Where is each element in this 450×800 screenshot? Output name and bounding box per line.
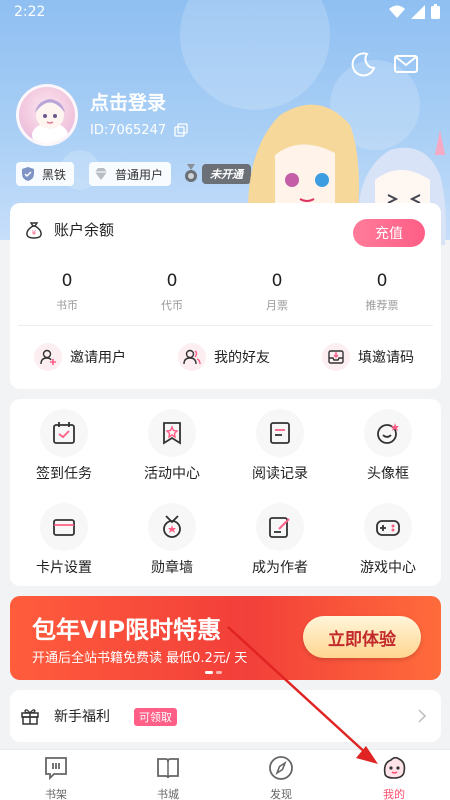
grid-label: 活动中心 bbox=[144, 466, 200, 482]
newbie-welfare-row[interactable]: 新手福利 可领取 bbox=[10, 690, 441, 742]
copy-icon[interactable] bbox=[174, 123, 188, 137]
enter-invite-code-label: 填邀请码 bbox=[358, 350, 414, 366]
gift-icon bbox=[21, 709, 39, 725]
bottom-tab-bar: 书架 书城 发现 我的 bbox=[0, 749, 450, 800]
balance-card: ¥ 账户余额 充值 0 书币 0 代币 0 月票 0 推荐票 邀请用户 我的好友… bbox=[10, 203, 441, 389]
grid-label: 成为作者 bbox=[252, 560, 308, 576]
card-icon bbox=[40, 503, 88, 551]
invite-user-link[interactable]: 邀请用户 bbox=[34, 343, 126, 371]
medal-ribbon-icon bbox=[185, 164, 197, 182]
claimable-tag: 可领取 bbox=[134, 708, 177, 726]
grid-label: 阅读记录 bbox=[252, 466, 308, 482]
inbox-icon bbox=[322, 343, 350, 371]
status-bar: 2:22 bbox=[0, 0, 450, 26]
vip-banner[interactable]: 包年VIP限时特惠 开通后全站书籍免费读 最低0.2元/ 天 立即体验 bbox=[10, 596, 441, 680]
my-friends-label: 我的好友 bbox=[214, 350, 270, 366]
diamond-icon bbox=[95, 168, 107, 180]
calendar-icon bbox=[40, 409, 88, 457]
stat-monthly-tickets[interactable]: 0 月票 bbox=[227, 271, 327, 313]
card-settings-item[interactable]: 卡片设置 bbox=[10, 503, 118, 577]
status-time: 2:22 bbox=[14, 4, 46, 20]
edit-icon bbox=[256, 503, 304, 551]
tab-bookstore[interactable]: 书城 bbox=[128, 754, 208, 800]
tab-mine[interactable]: 我的 bbox=[354, 754, 434, 800]
stat-value: 0 bbox=[61, 271, 73, 291]
divider bbox=[18, 325, 433, 326]
checkin-tasks-item[interactable]: 签到任务 bbox=[10, 409, 118, 483]
vip-subtitle: 开通后全站书籍免费读 最低0.2元/ 天 bbox=[32, 651, 248, 666]
activity-center-item[interactable]: 活动中心 bbox=[118, 409, 226, 483]
game-center-item[interactable]: 游戏中心 bbox=[334, 503, 442, 577]
become-author-item[interactable]: 成为作者 bbox=[226, 503, 334, 577]
invite-user-label: 邀请用户 bbox=[70, 350, 126, 366]
tab-label: 书城 bbox=[157, 788, 179, 800]
svg-text:¥: ¥ bbox=[32, 229, 37, 237]
pagination-dot bbox=[216, 671, 222, 674]
stat-value: 0 bbox=[376, 271, 388, 291]
try-now-button[interactable]: 立即体验 bbox=[303, 616, 421, 658]
stat-label: 书币 bbox=[56, 299, 78, 312]
grid-label: 勋章墙 bbox=[151, 560, 193, 576]
profile-icon bbox=[383, 756, 406, 779]
tab-bookshelf[interactable]: 书架 bbox=[16, 754, 96, 800]
vip-title: 包年VIP限时特惠 bbox=[32, 616, 222, 644]
money-bag-icon: ¥ bbox=[26, 221, 42, 239]
medal-icon bbox=[148, 503, 196, 551]
stat-value: 0 bbox=[166, 271, 178, 291]
my-friends-link[interactable]: 我的好友 bbox=[178, 343, 270, 371]
user-type-badge-label: 普通用户 bbox=[115, 167, 164, 182]
stat-label: 代币 bbox=[161, 299, 183, 312]
tab-label: 我的 bbox=[383, 788, 405, 800]
banner-pagination bbox=[205, 671, 222, 674]
stat-label: 推荐票 bbox=[365, 299, 399, 312]
grid-label: 签到任务 bbox=[36, 466, 92, 482]
pagination-dot bbox=[205, 671, 213, 674]
stat-value: 0 bbox=[271, 271, 283, 291]
tab-discover[interactable]: 发现 bbox=[241, 754, 321, 800]
welfare-label: 新手福利 bbox=[54, 709, 110, 725]
avatar[interactable] bbox=[16, 84, 78, 146]
gamepad-icon bbox=[364, 503, 412, 551]
wifi-icon bbox=[389, 5, 405, 18]
battery-icon bbox=[431, 4, 440, 19]
user-id: ID:7065247 bbox=[90, 123, 167, 138]
reading-history-item[interactable]: 阅读记录 bbox=[226, 409, 334, 483]
balance-header: ¥ 账户余额 bbox=[24, 219, 114, 240]
night-mode-icon[interactable] bbox=[349, 50, 377, 78]
stat-tokens[interactable]: 0 代币 bbox=[122, 271, 222, 313]
bookmark-star-icon bbox=[148, 409, 196, 457]
grid-label: 卡片设置 bbox=[36, 560, 92, 576]
feature-grid: 签到任务 活动中心 阅读记录 头像框 卡片设置 勋章墙 成为作者 游戏中心 bbox=[10, 399, 441, 586]
tab-label: 发现 bbox=[270, 788, 292, 800]
tab-label: 书架 bbox=[45, 788, 67, 800]
book-icon bbox=[157, 758, 179, 779]
enter-invite-code-link[interactable]: 填邀请码 bbox=[322, 343, 414, 371]
level-badge-label: 黑铁 bbox=[42, 167, 67, 182]
friends-icon bbox=[178, 343, 206, 371]
login-link[interactable]: 点击登录 bbox=[90, 88, 166, 115]
stat-book-coins[interactable]: 0 书币 bbox=[17, 271, 117, 313]
avatar-frame-icon bbox=[364, 409, 412, 457]
stat-recommend-tickets[interactable]: 0 推荐票 bbox=[332, 271, 432, 313]
grid-label: 头像框 bbox=[367, 466, 409, 482]
medal-wall-item[interactable]: 勋章墙 bbox=[118, 503, 226, 577]
document-icon bbox=[256, 409, 304, 457]
avatar-frame-item[interactable]: 头像框 bbox=[334, 409, 442, 483]
message-icon[interactable] bbox=[392, 50, 420, 78]
balance-title: 账户余额 bbox=[54, 221, 115, 239]
signal-icon bbox=[411, 4, 425, 19]
grid-label: 游戏中心 bbox=[360, 560, 416, 576]
shield-icon bbox=[22, 167, 34, 181]
level-badge[interactable]: 黑铁 bbox=[16, 162, 75, 186]
user-type-badge[interactable]: 普通用户 bbox=[89, 162, 172, 186]
add-user-icon bbox=[34, 343, 62, 371]
bookshelf-icon bbox=[45, 757, 67, 781]
chevron-right-icon bbox=[418, 709, 427, 723]
recharge-button[interactable]: 充值 bbox=[353, 219, 425, 247]
compass-icon bbox=[269, 756, 293, 780]
stat-label: 月票 bbox=[266, 299, 288, 312]
